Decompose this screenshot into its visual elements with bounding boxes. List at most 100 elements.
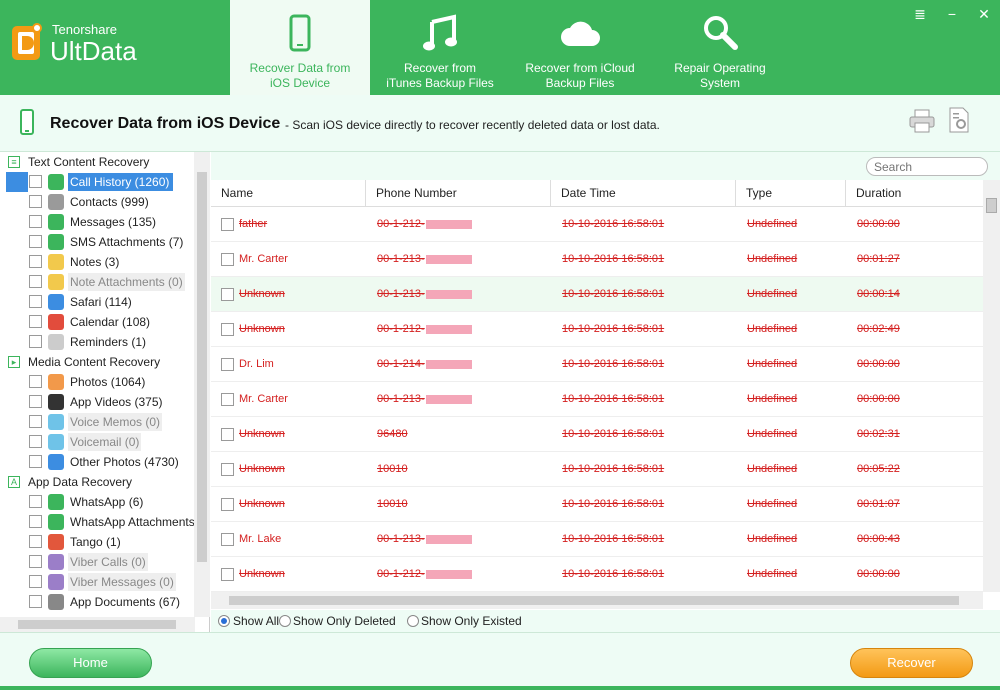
export-file-icon[interactable] <box>948 107 970 133</box>
table-row[interactable]: Unknown 10010 10-10-2016 16:58:01 Undefined… <box>211 452 983 487</box>
filter-label[interactable]: Show All <box>233 614 279 628</box>
table-row[interactable]: Unknown 96480 10-10-2016 16:58:01 Undefined… <box>211 417 983 452</box>
tree-item[interactable]: Viber Messages (0) <box>0 572 195 592</box>
row-checkbox[interactable] <box>221 358 234 371</box>
item-checkbox[interactable] <box>29 535 42 548</box>
column-header-type[interactable]: Type <box>736 180 846 207</box>
close-icon[interactable]: ✕ <box>974 6 994 23</box>
scroll-thumb[interactable] <box>229 596 959 605</box>
item-checkbox[interactable] <box>29 415 42 428</box>
printer-icon[interactable] <box>908 109 936 133</box>
tree-item[interactable]: Voicemail (0) <box>0 432 195 452</box>
tree-item[interactable]: App Videos (375) <box>0 392 195 412</box>
item-checkbox[interactable] <box>29 255 42 268</box>
item-checkbox[interactable] <box>29 575 42 588</box>
table-horizontal-scrollbar[interactable] <box>211 592 983 609</box>
item-checkbox[interactable] <box>29 335 42 348</box>
row-checkbox[interactable] <box>221 323 234 336</box>
item-checkbox[interactable] <box>29 395 42 408</box>
filter-label[interactable]: Show Only Deleted <box>293 614 396 628</box>
table-row[interactable]: Unknown 10010 10-10-2016 16:58:01 Undefined… <box>211 487 983 522</box>
table-vertical-scrollbar[interactable] <box>983 180 1000 592</box>
tree-item[interactable]: WhatsApp (6) <box>0 492 195 512</box>
row-checkbox[interactable] <box>221 393 234 406</box>
tree-item[interactable]: Tango (1) <box>0 532 195 552</box>
row-checkbox[interactable] <box>221 533 234 546</box>
tree-item[interactable]: WhatsApp Attachments ( <box>0 512 202 532</box>
row-checkbox[interactable] <box>221 498 234 511</box>
item-checkbox[interactable] <box>29 555 42 568</box>
cell-datetime: 10-10-2016 16:58:01 <box>562 382 664 417</box>
table-row[interactable]: Dr. Lim 00-1-214- 10-10-2016 16:58:01 Undef… <box>211 347 983 382</box>
item-checkbox[interactable] <box>29 515 42 528</box>
item-checkbox[interactable] <box>29 175 42 188</box>
tree-category[interactable]: ▸ Media Content Recovery <box>0 352 195 372</box>
item-checkbox[interactable] <box>29 215 42 228</box>
item-checkbox[interactable] <box>29 495 42 508</box>
tree-item[interactable]: Safari (114) <box>0 292 195 312</box>
item-checkbox[interactable] <box>29 275 42 288</box>
item-checkbox[interactable] <box>29 435 42 448</box>
tree-item[interactable]: Voice Memos (0) <box>0 412 195 432</box>
tree-item[interactable]: Notes (3) <box>0 252 195 272</box>
home-button[interactable]: Home <box>29 648 152 678</box>
column-header-name[interactable]: Name <box>211 180 366 207</box>
tree-item[interactable]: Call History (1260) <box>0 172 195 192</box>
item-checkbox[interactable] <box>29 295 42 308</box>
cell-text: 10-10-2016 16:58:01 <box>562 533 665 545</box>
row-checkbox[interactable] <box>221 568 234 581</box>
tree-item[interactable]: Other Photos (4730) <box>0 452 195 472</box>
scroll-thumb[interactable] <box>986 198 997 213</box>
row-checkbox[interactable] <box>221 218 234 231</box>
tree-item[interactable]: Viber Calls (0) <box>0 552 195 572</box>
tree-item[interactable]: Contacts (999) <box>0 192 195 212</box>
tree-item[interactable]: Photos (1064) <box>0 372 195 392</box>
table-row[interactable]: Unknown 00-1-212- 10-10-2016 16:58:01 Undef… <box>211 557 983 592</box>
table-row[interactable]: Mr. Lake 00-1-213- 10-10-2016 16:58:01 Unde… <box>211 522 983 557</box>
table-row[interactable]: Mr. Carter 00-1-213- 10-10-2016 16:58:01 Un… <box>211 242 983 277</box>
recover-button[interactable]: Recover <box>850 648 973 678</box>
row-checkbox[interactable] <box>221 463 234 476</box>
item-checkbox[interactable] <box>29 455 42 468</box>
row-checkbox[interactable] <box>221 428 234 441</box>
scroll-thumb[interactable] <box>18 620 176 629</box>
tree-item[interactable]: Messages (135) <box>0 212 195 232</box>
item-checkbox[interactable] <box>29 235 42 248</box>
table-row[interactable]: Unknown 00-1-213- 10-10-2016 16:58:01 Undef… <box>211 277 983 312</box>
minimize-icon[interactable]: − <box>942 6 962 22</box>
filter-label[interactable]: Show Only Existed <box>421 614 522 628</box>
table-row[interactable]: Unknown 00-1-212- 10-10-2016 16:58:01 Undef… <box>211 312 983 347</box>
tree-item[interactable]: App Documents (67) <box>0 592 195 612</box>
tree-item[interactable]: SMS Attachments (7) <box>0 232 195 252</box>
item-checkbox[interactable] <box>29 315 42 328</box>
scroll-thumb[interactable] <box>197 172 207 562</box>
tree-category[interactable]: A App Data Recovery <box>0 472 195 492</box>
tree-category[interactable]: ≡ Text Content Recovery <box>0 152 195 172</box>
item-checkbox[interactable] <box>29 195 42 208</box>
tab-recover-icloud-backup[interactable]: Recover from iCloud Backup Files <box>510 0 650 95</box>
menu-icon[interactable]: ≣ <box>910 6 930 23</box>
table-row[interactable]: father 00-1-212- 10-10-2016 16:58:01 Undefi… <box>211 207 983 242</box>
tree-horizontal-scrollbar[interactable] <box>0 617 195 632</box>
tree-item[interactable]: Calendar (108) <box>0 312 195 332</box>
search-input[interactable] <box>866 157 988 176</box>
table-row[interactable]: Mr. Carter 00-1-213- 10-10-2016 16:58:01 Un… <box>211 382 983 417</box>
tab-recover-ios-device[interactable]: Recover Data from iOS Device <box>230 0 370 95</box>
tab-repair-operating-system[interactable]: Repair Operating System <box>650 0 790 95</box>
item-checkbox[interactable] <box>29 595 42 608</box>
row-checkbox[interactable] <box>221 253 234 266</box>
viber-icon <box>48 574 64 590</box>
cell-datetime: 10-10-2016 16:58:01 <box>562 347 664 382</box>
tab-recover-itunes-backup[interactable]: Recover from iTunes Backup Files <box>370 0 510 95</box>
show-all-radio[interactable] <box>218 615 230 627</box>
tree-item[interactable]: Reminders (1) <box>0 332 195 352</box>
column-header-phone[interactable]: Phone Number <box>366 180 551 207</box>
row-checkbox[interactable] <box>221 288 234 301</box>
tree-item[interactable]: Note Attachments (0) <box>0 272 195 292</box>
item-checkbox[interactable] <box>29 375 42 388</box>
column-header-datetime[interactable]: Date Time <box>551 180 736 207</box>
show-only-deleted-radio[interactable] <box>279 615 291 627</box>
column-header-duration[interactable]: Duration <box>846 180 983 207</box>
tree-vertical-scrollbar[interactable] <box>194 152 210 617</box>
show-only-existed-radio[interactable] <box>407 615 419 627</box>
